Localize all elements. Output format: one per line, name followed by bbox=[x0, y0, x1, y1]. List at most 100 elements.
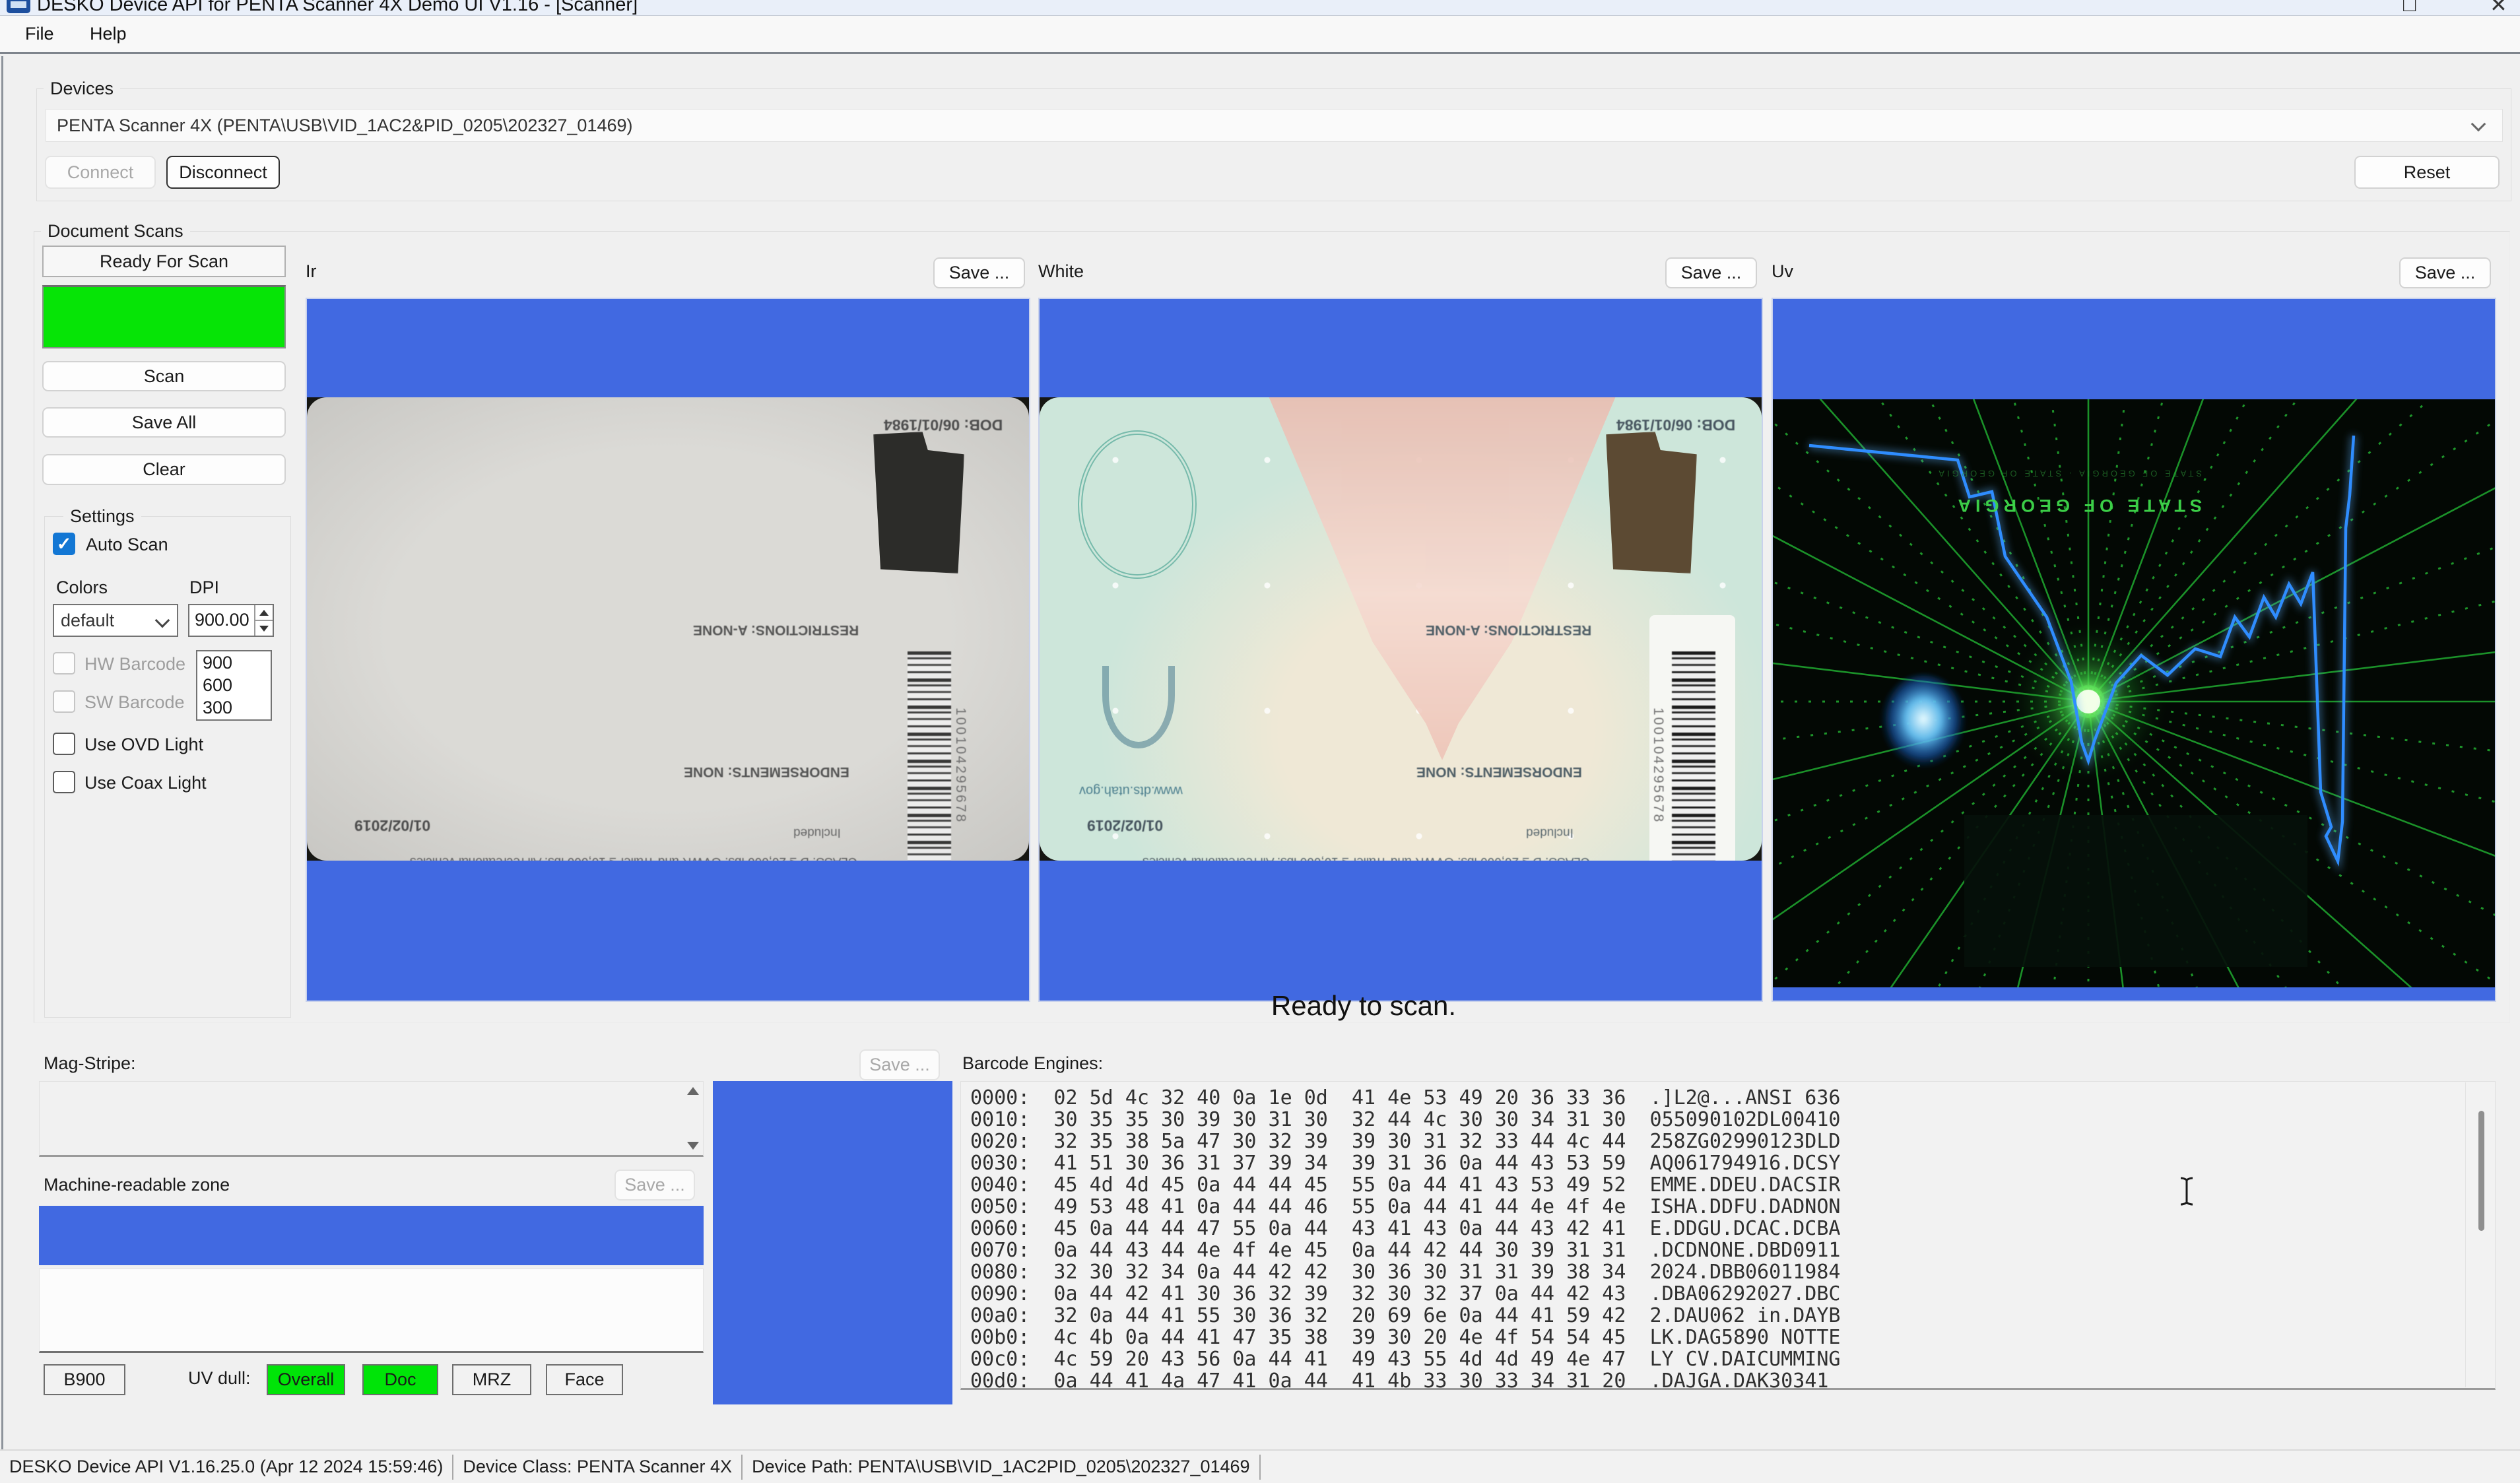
face-button[interactable]: Face bbox=[546, 1364, 623, 1395]
mag-stripe-textbox[interactable] bbox=[39, 1081, 704, 1157]
card-class: CLASS: D ≤ 26,000 lbs. GVWR and Trailer … bbox=[1143, 854, 1590, 861]
card-dob: DOB: 06/01/1984 bbox=[884, 416, 1003, 434]
use-ovd-light-checkbox[interactable] bbox=[53, 733, 75, 755]
status-separator bbox=[452, 1455, 453, 1480]
hex-row: 0030: 41 51 30 36 31 37 39 34 39 31 36 0… bbox=[970, 1152, 1841, 1174]
hex-row: 0040: 45 4d 4d 45 0a 44 44 45 55 0a 44 4… bbox=[970, 1174, 1841, 1196]
status-separator bbox=[1259, 1455, 1261, 1480]
uv-image-panel: STATE OF GEORGIA STATE OF GEORGIA · STAT… bbox=[1772, 298, 2496, 1002]
b900-button[interactable]: B900 bbox=[44, 1364, 125, 1395]
svg-text:STATE OF GEORGIA · STATE OF GE: STATE OF GEORGIA · STATE OF GEORGIA bbox=[1936, 469, 2202, 478]
barcode-save-button[interactable]: Save ... bbox=[859, 1049, 940, 1080]
device-combo-value: PENTA Scanner 4X (PENTA\USB\VID_1AC2&PID… bbox=[57, 115, 633, 136]
window-title: DESKO Device API for PENTA Scanner 4X De… bbox=[37, 0, 638, 16]
colors-combo[interactable]: default bbox=[53, 604, 178, 637]
barcode-engines-label: Barcode Engines: bbox=[962, 1053, 1103, 1074]
hex-scrollbar-lane bbox=[2465, 1082, 2466, 1387]
scan-status-box: Ready For Scan bbox=[42, 246, 286, 277]
dpi-option[interactable]: 300 bbox=[197, 696, 271, 719]
white-save-button[interactable]: Save ... bbox=[1665, 257, 1757, 288]
card-website: www.dts.utah.gov bbox=[1079, 783, 1183, 798]
ibeam-cursor bbox=[2178, 1176, 2195, 1206]
status-bar: DESKO Device API V1.16.25.0 (Apr 12 2024… bbox=[0, 1449, 2520, 1483]
white-image-panel: DOB: 06/01/1984 RESTRICTIONS: A-NONE END… bbox=[1038, 298, 1763, 1002]
hw-barcode-checkbox[interactable] bbox=[53, 652, 75, 675]
dpi-option[interactable]: 900 bbox=[197, 651, 271, 674]
card-1d-barcode bbox=[1672, 651, 1715, 861]
hex-scrollbar-thumb[interactable] bbox=[2478, 1111, 2484, 1231]
device-combo[interactable]: PENTA Scanner 4X (PENTA\USB\VID_1AC2&PID… bbox=[46, 109, 2503, 142]
scroll-up-icon[interactable] bbox=[687, 1087, 699, 1095]
hex-row: 0060: 45 0a 44 44 47 55 0a 44 43 41 43 0… bbox=[970, 1218, 1841, 1239]
scan-status-indicator bbox=[42, 285, 286, 348]
uv-dull-label: UV dull: bbox=[188, 1368, 251, 1389]
card-issue-date: 01/02/2019 bbox=[354, 816, 430, 834]
save-all-button[interactable]: Save All bbox=[42, 407, 286, 438]
card-seal bbox=[1078, 430, 1197, 579]
hex-row: 0090: 0a 44 42 41 30 36 32 39 32 30 32 3… bbox=[970, 1283, 1841, 1305]
sw-barcode-checkbox[interactable] bbox=[53, 690, 75, 713]
mrz-textbox[interactable] bbox=[39, 1269, 704, 1353]
card-serial: 100104295678 bbox=[952, 708, 968, 824]
sw-barcode-label: SW Barcode bbox=[84, 690, 185, 715]
auto-scan-checkbox[interactable]: ✓ bbox=[53, 533, 75, 555]
disconnect-button[interactable]: Disconnect bbox=[166, 156, 280, 189]
connect-button[interactable]: Connect bbox=[45, 156, 156, 189]
barcode-hex-dump[interactable]: 0000: 02 5d 4c 32 40 0a 1e 0d 41 4e 53 4… bbox=[960, 1081, 2496, 1390]
white-panel-label: White bbox=[1038, 261, 1084, 282]
white-card: DOB: 06/01/1984 RESTRICTIONS: A-NONE END… bbox=[1040, 397, 1762, 861]
menu-help[interactable]: Help bbox=[90, 16, 127, 52]
scan-status-text: Ready For Scan bbox=[100, 251, 228, 272]
overall-button[interactable]: Overall bbox=[267, 1364, 345, 1395]
clear-button[interactable]: Clear bbox=[42, 454, 286, 485]
scan-button[interactable]: Scan bbox=[42, 361, 286, 391]
app-icon bbox=[7, 0, 30, 13]
hw-barcode-label: HW Barcode bbox=[84, 651, 185, 676]
close-button[interactable]: ✕ bbox=[2490, 0, 2507, 16]
hex-row: 0000: 02 5d 4c 32 40 0a 1e 0d 41 4e 53 4… bbox=[970, 1087, 1841, 1109]
maximize-button[interactable]: □ bbox=[2403, 0, 2416, 16]
use-ovd-light-label: Use OVD Light bbox=[84, 732, 203, 757]
hex-row: 00a0: 32 0a 44 41 55 30 36 32 20 69 6e 0… bbox=[970, 1305, 1841, 1327]
mrz-save-button[interactable]: Save ... bbox=[614, 1170, 695, 1201]
dpi-value: 900.00 bbox=[195, 610, 249, 630]
scroll-down-icon[interactable] bbox=[687, 1142, 699, 1150]
card-restrictions: RESTRICTIONS: A-NONE bbox=[1426, 622, 1591, 638]
uv-panel-label: Uv bbox=[1772, 261, 1793, 282]
status-device-path: Device Path: PENTA\USB\VID_1AC2PID_0205\… bbox=[752, 1457, 1249, 1477]
card-restrictions: RESTRICTIONS: A-NONE bbox=[693, 622, 859, 638]
settings-group-label: Settings bbox=[63, 505, 141, 527]
doc-button[interactable]: Doc bbox=[362, 1364, 438, 1395]
card-dob: DOB: 06/01/1984 bbox=[1616, 416, 1735, 434]
status-api-version: DESKO Device API V1.16.25.0 (Apr 12 2024… bbox=[9, 1457, 443, 1477]
ir-panel-label: Ir bbox=[306, 261, 317, 282]
uv-save-button[interactable]: Save ... bbox=[2399, 257, 2491, 288]
hex-row: 0050: 49 53 48 41 0a 44 44 46 55 0a 44 4… bbox=[970, 1196, 1841, 1218]
card-class: CLASS: D ≤ 26,000 lbs. GVWR and Trailer … bbox=[410, 854, 857, 861]
card-state-shape bbox=[873, 432, 964, 574]
dpi-spin-buttons[interactable] bbox=[254, 605, 273, 636]
card-endorsements: ENDORSEMENTS: NONE bbox=[684, 764, 849, 779]
menu-file[interactable]: File bbox=[25, 16, 54, 52]
hex-row: 0080: 32 30 32 34 0a 44 42 42 30 36 30 3… bbox=[970, 1261, 1841, 1283]
ir-save-button[interactable]: Save ... bbox=[933, 257, 1025, 288]
uv-state-text: STATE OF GEORGIA bbox=[1953, 496, 2202, 515]
card-included: Included bbox=[1526, 825, 1574, 840]
use-coax-light-checkbox[interactable] bbox=[53, 771, 75, 793]
hex-row: 00c0: 4c 59 20 43 56 0a 44 41 49 43 55 4… bbox=[970, 1348, 1841, 1370]
mrz-field[interactable] bbox=[39, 1206, 704, 1265]
mag-stripe-label: Mag-Stripe: bbox=[44, 1053, 136, 1074]
dpi-spinner[interactable]: 900.00 bbox=[188, 604, 274, 637]
reset-button[interactable]: Reset bbox=[2354, 156, 2500, 189]
dpi-option[interactable]: 600 bbox=[197, 674, 271, 696]
chevron-down-icon bbox=[155, 613, 170, 628]
menu-bar: File Help bbox=[0, 16, 2520, 54]
dpi-listbox[interactable]: 900600300 bbox=[196, 650, 272, 721]
dpi-label: DPI bbox=[189, 577, 219, 598]
barcode-image-panel bbox=[713, 1081, 952, 1404]
mrz-button[interactable]: MRZ bbox=[452, 1364, 531, 1395]
devices-group-label: Devices bbox=[44, 77, 120, 100]
colors-label: Colors bbox=[56, 577, 108, 598]
client-edge bbox=[1, 56, 3, 1449]
status-separator bbox=[741, 1455, 743, 1480]
